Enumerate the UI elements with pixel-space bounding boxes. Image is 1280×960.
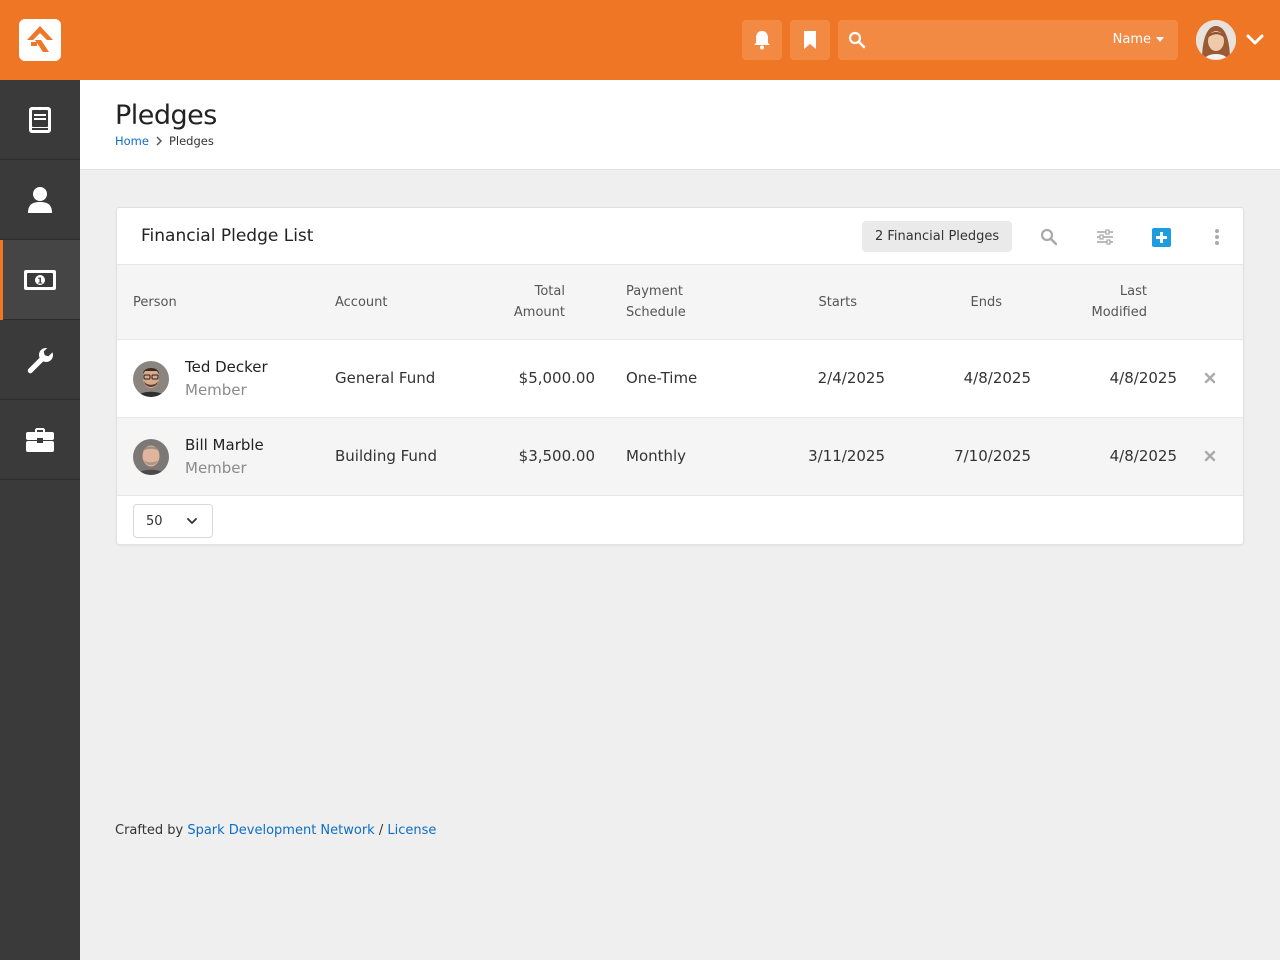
amount-cell: $3,500.00	[518, 447, 595, 465]
add-pledge-button[interactable]	[1149, 225, 1173, 249]
svg-text:1: 1	[37, 276, 43, 285]
sidebar-item-tools[interactable]	[0, 400, 80, 480]
person-name: Bill Marble	[185, 436, 264, 454]
breadcrumb-home-link[interactable]: Home	[115, 134, 149, 148]
chevron-down-icon[interactable]	[1245, 30, 1265, 50]
kebab-menu-icon	[1215, 229, 1219, 245]
more-options-button[interactable]	[1205, 225, 1229, 249]
column-header-total-amount[interactable]: Total Amount	[493, 281, 565, 323]
book-icon	[29, 106, 51, 133]
rock-logo-icon[interactable]	[19, 19, 61, 61]
sliders-icon	[1097, 229, 1113, 245]
footer-prefix: Crafted by	[115, 823, 184, 838]
ends-cell: 7/10/2025	[954, 447, 1031, 465]
search-scope-dropdown[interactable]: Name	[1113, 32, 1164, 47]
plus-square-icon	[1151, 227, 1171, 247]
page-size-select[interactable]: 50	[133, 504, 213, 538]
sidebar: 1	[0, 80, 80, 960]
person-avatar	[133, 361, 169, 397]
bookmark-icon	[804, 31, 816, 49]
footer-separator: /	[378, 823, 384, 838]
breadcrumb: Home Pledges	[115, 134, 214, 148]
sidebar-item-people[interactable]	[0, 160, 80, 240]
ends-cell: 4/8/2025	[963, 369, 1031, 387]
table-header: Person Account Total Amount Payment Sche…	[117, 264, 1243, 340]
column-header-person[interactable]: Person	[133, 292, 177, 313]
top-bar: Name	[0, 0, 1280, 80]
schedule-cell: One-Time	[626, 369, 698, 387]
sidebar-item-content[interactable]	[0, 80, 80, 160]
column-header-last-modified[interactable]: Last Modified	[1077, 281, 1147, 323]
chevron-down-icon	[187, 518, 197, 524]
table-row[interactable]: Bill Marble Member Building Fund $3,500.…	[117, 418, 1243, 496]
person-role: Member	[185, 459, 247, 477]
delete-icon[interactable]	[1203, 449, 1217, 463]
starts-cell: 3/11/2025	[808, 447, 885, 465]
user-avatar[interactable]	[1196, 20, 1236, 60]
column-settings-button[interactable]	[1093, 225, 1117, 249]
sidebar-item-finance[interactable]: 1	[0, 240, 80, 320]
page-title: Pledges	[115, 100, 217, 131]
page-size-value: 50	[146, 513, 163, 529]
search-bar: Name	[838, 20, 1178, 60]
search-icon	[1040, 228, 1058, 246]
column-header-starts[interactable]: Starts	[797, 292, 857, 313]
license-link[interactable]: License	[387, 823, 436, 838]
table-row[interactable]: Ted Decker Member General Fund $5,000.00…	[117, 340, 1243, 418]
spark-link[interactable]: Spark Development Network	[187, 823, 374, 838]
pledge-list-card: Financial Pledge List 2 Financial Pledge…	[116, 207, 1244, 545]
search-input[interactable]	[874, 28, 1094, 52]
account-cell: General Fund	[335, 369, 436, 387]
person-icon	[28, 186, 52, 213]
search-icon	[848, 31, 866, 49]
sidebar-item-admin-tools[interactable]	[0, 320, 80, 400]
bell-icon	[754, 31, 770, 50]
chevron-right-icon	[156, 136, 163, 146]
filter-search-button[interactable]	[1037, 225, 1061, 249]
count-badge: 2 Financial Pledges	[862, 221, 1013, 252]
card-title: Financial Pledge List	[141, 226, 314, 246]
column-header-payment-schedule[interactable]: Payment Schedule	[626, 281, 686, 323]
search-scope-label: Name	[1112, 32, 1151, 47]
person-name: Ted Decker	[185, 358, 268, 376]
starts-cell: 2/4/2025	[817, 369, 885, 387]
account-cell: Building Fund	[335, 447, 437, 465]
column-header-account[interactable]: Account	[335, 292, 388, 313]
breadcrumb-current: Pledges	[168, 134, 214, 148]
wrench-icon	[27, 347, 53, 373]
footer: Crafted by Spark Development Network / L…	[115, 823, 436, 838]
person-role: Member	[185, 381, 247, 399]
money-icon: 1	[24, 269, 56, 290]
modified-cell: 4/8/2025	[1109, 447, 1177, 465]
briefcase-icon	[26, 427, 54, 452]
notifications-button[interactable]	[742, 20, 782, 60]
schedule-cell: Monthly	[626, 447, 687, 465]
modified-cell: 4/8/2025	[1109, 369, 1177, 387]
delete-icon[interactable]	[1203, 371, 1217, 385]
column-header-ends[interactable]: Ends	[947, 292, 1002, 313]
caret-down-icon	[1156, 37, 1164, 42]
page-header: Pledges Home Pledges	[80, 80, 1280, 170]
person-avatar	[133, 439, 169, 475]
bookmarks-button[interactable]	[790, 20, 830, 60]
amount-cell: $5,000.00	[518, 369, 595, 387]
